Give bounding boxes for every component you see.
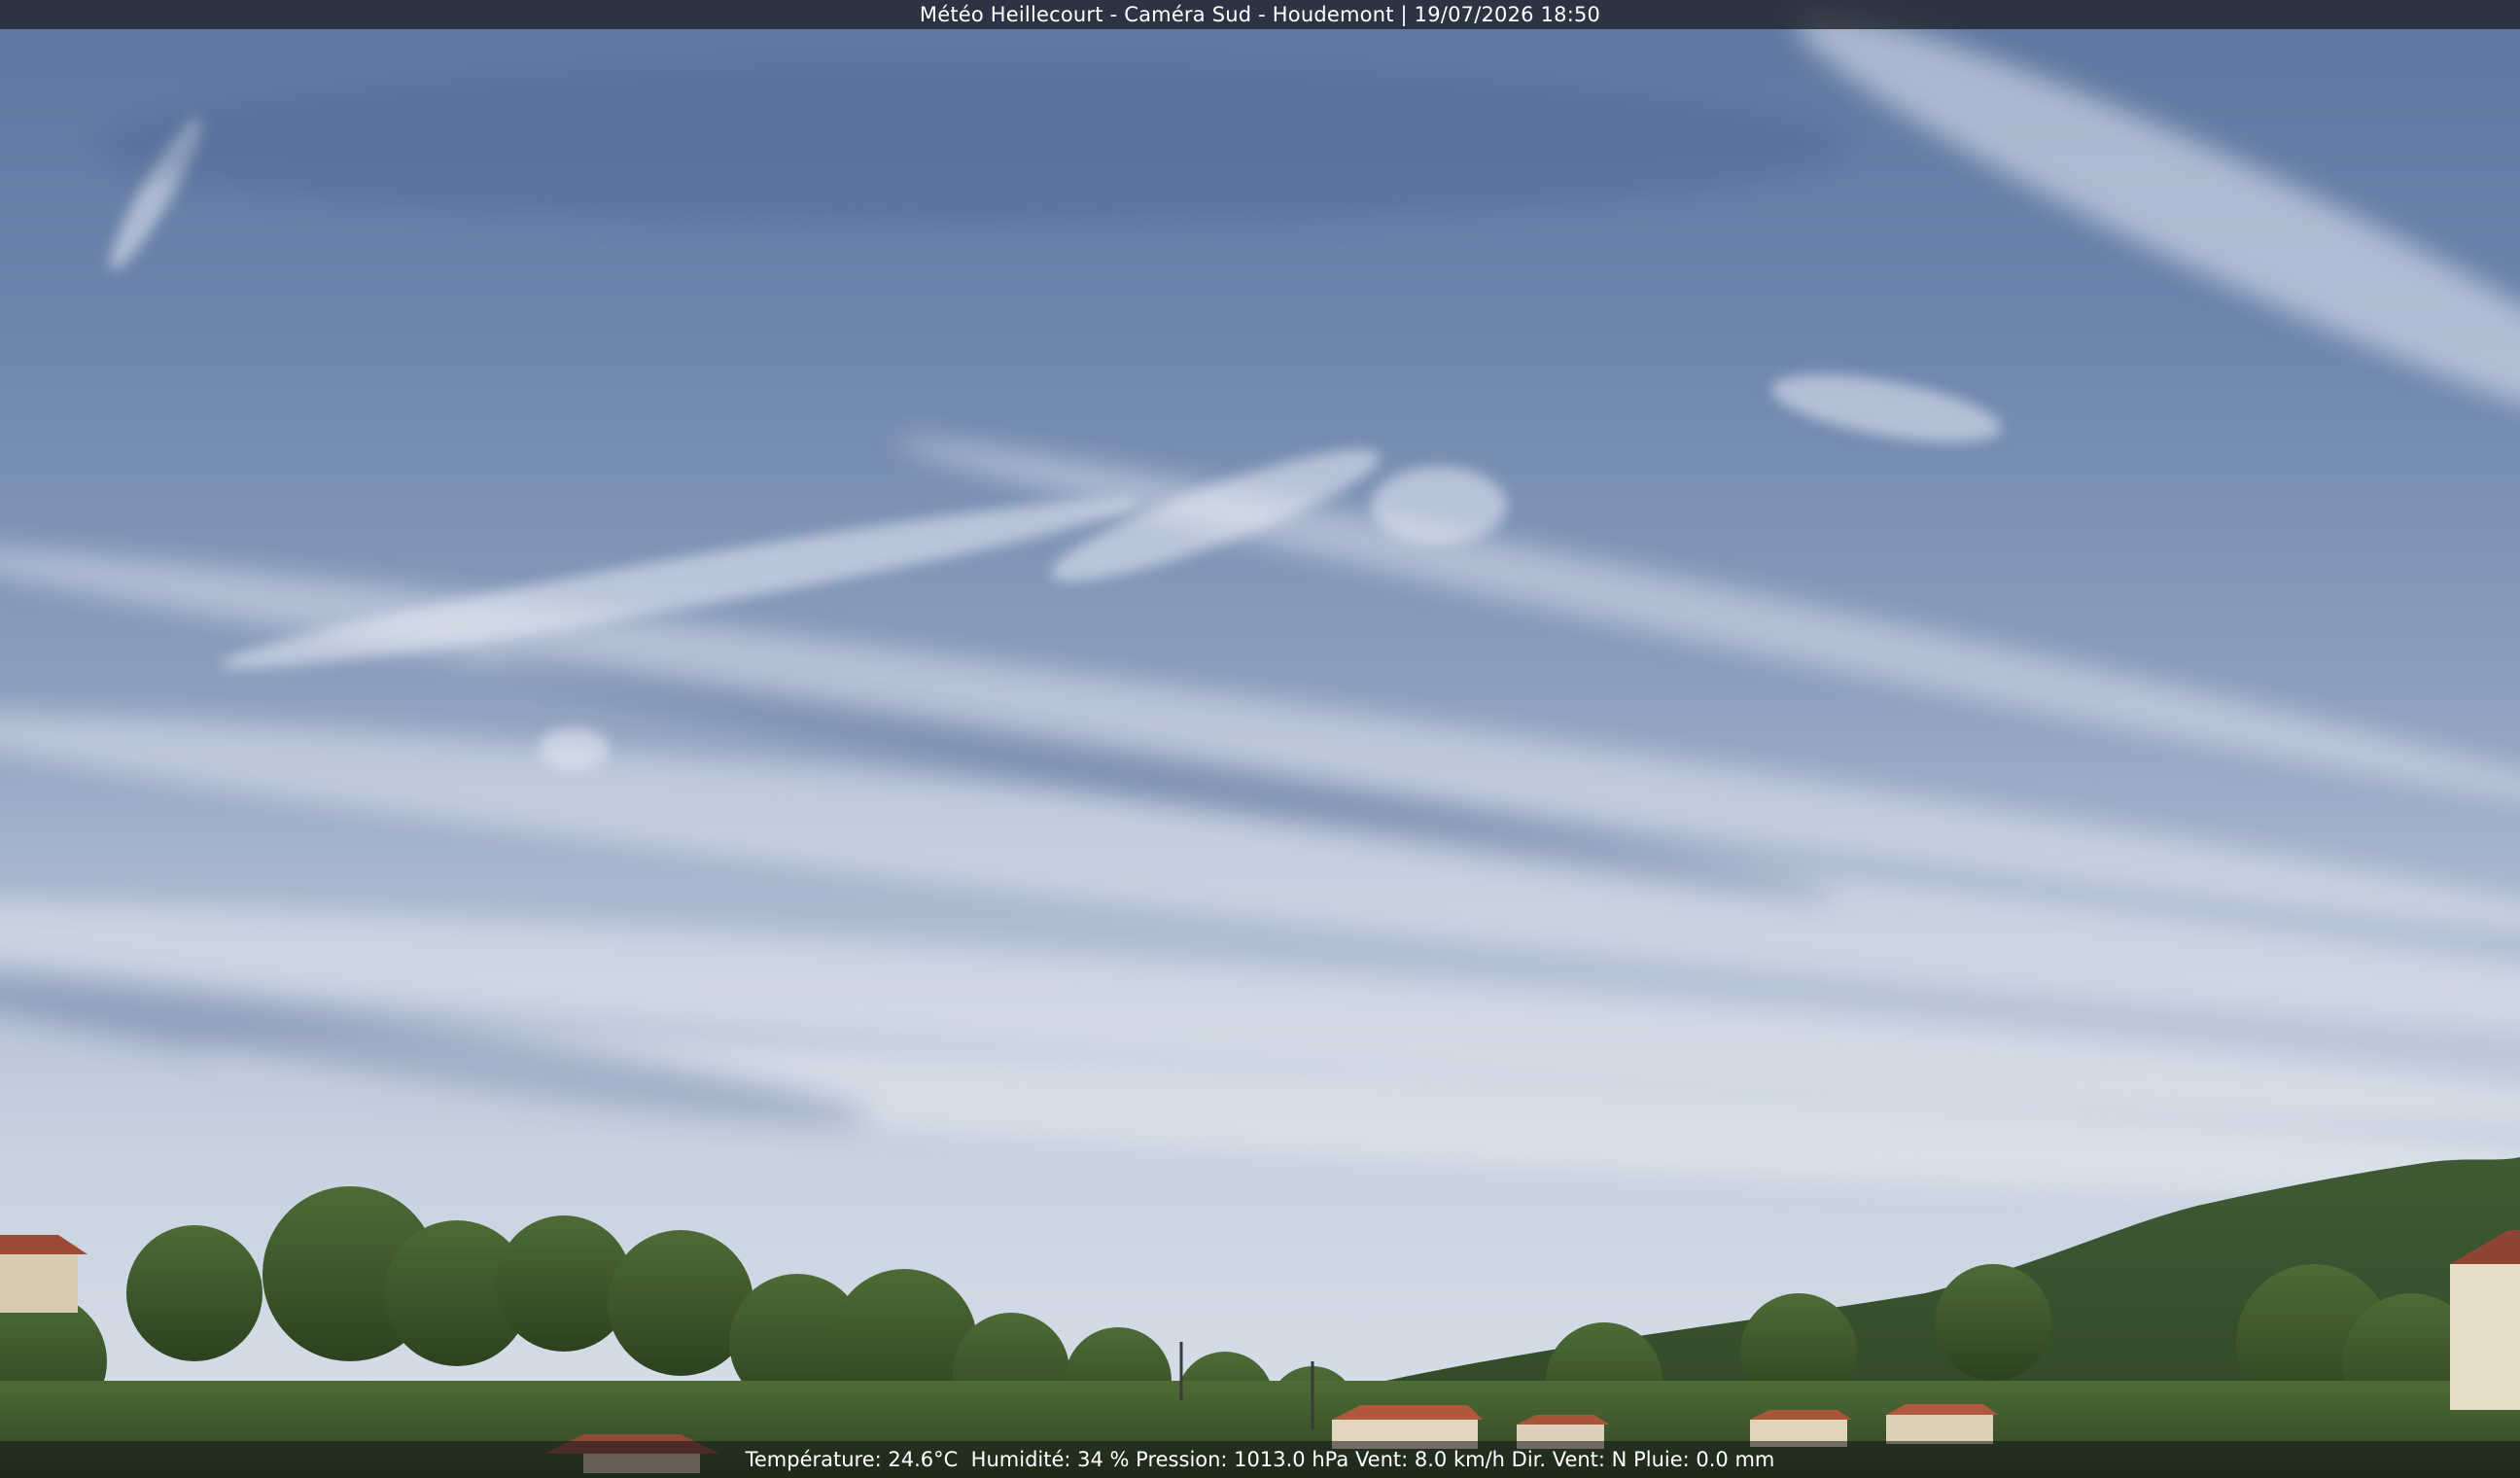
- webcam-frame: Météo Heillecourt - Caméra Sud - Houdemo…: [0, 0, 2520, 1478]
- temperature-reading: Température: 24.6°C: [745, 1448, 959, 1471]
- humidity-reading: Humidité: 34 %: [970, 1448, 1130, 1471]
- caption-title: Météo Heillecourt - Caméra Sud - Houdemo…: [919, 3, 1601, 26]
- cloud-bands: [0, 438, 2520, 1198]
- wind-reading: Vent: 8.0 km/h: [1354, 1448, 1505, 1471]
- rain-reading: Pluie: 0.0 mm: [1633, 1448, 1775, 1471]
- caption-banner: Météo Heillecourt - Caméra Sud - Houdemo…: [0, 0, 2520, 29]
- wind-direction-reading: Dir. Vent: N: [1511, 1448, 1628, 1471]
- weather-readings-banner: Température: 24.6°C Humidité: 34 % Press…: [0, 1441, 2520, 1478]
- pressure-reading: Pression: 1013.0 hPa: [1136, 1448, 1349, 1471]
- landscape-scene: [0, 11, 2520, 1478]
